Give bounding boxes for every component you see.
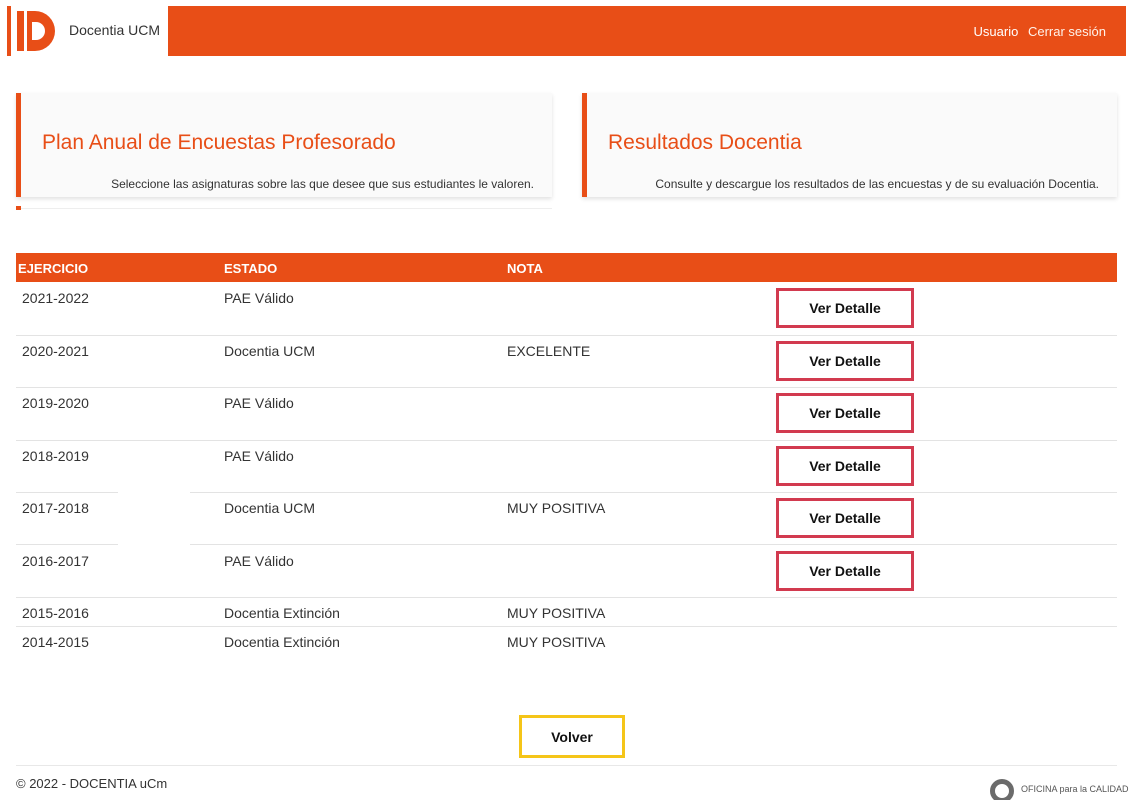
cell-nota: MUY POSITIVA — [507, 500, 606, 516]
cell-ejercicio: 2016-2017 — [22, 553, 89, 569]
cell-estado: PAE Válido — [224, 553, 294, 569]
card-title: Plan Anual de Encuestas Profesorado — [42, 131, 396, 154]
cell-ejercicio: 2018-2019 — [22, 448, 89, 464]
cell-ejercicio: 2015-2016 — [22, 605, 89, 621]
ver-detalle-button[interactable]: Ver Detalle — [776, 288, 914, 328]
footer-copyright: © 2022 - DOCENTIA uCm — [16, 776, 168, 791]
row-divider — [16, 492, 118, 493]
ver-detalle-button[interactable]: Ver Detalle — [776, 341, 914, 381]
ver-detalle-button[interactable]: Ver Detalle — [776, 393, 914, 433]
user-nav: Usuario Cerrar sesión — [968, 24, 1106, 39]
table-row: 2020-2021 Docentia UCM EXCELENTE — [16, 335, 1117, 387]
table-row: 2021-2022 PAE Válido — [16, 282, 1117, 335]
card-title: Resultados Docentia — [608, 131, 802, 154]
column-header-estado: ESTADO — [224, 261, 278, 276]
cell-ejercicio: 2019-2020 — [22, 395, 89, 411]
cell-estado: PAE Válido — [224, 395, 294, 411]
logout-link[interactable]: Cerrar sesión — [1028, 24, 1106, 39]
table-row: 2018-2019 PAE Válido — [16, 440, 1117, 492]
card-plan-anual[interactable]: Plan Anual de Encuestas Profesorado Sele… — [16, 93, 552, 197]
cell-nota: MUY POSITIVA — [507, 634, 606, 650]
card-divider — [21, 208, 552, 209]
logo[interactable]: Docentia UCM — [7, 6, 168, 56]
ver-detalle-button[interactable]: Ver Detalle — [776, 446, 914, 486]
cell-estado: PAE Válido — [224, 290, 294, 306]
card-resultados-docentia[interactable]: Resultados Docentia Consulte y descargue… — [582, 93, 1117, 197]
user-link[interactable]: Usuario — [974, 24, 1019, 39]
cell-estado: Docentia UCM — [224, 343, 316, 359]
cell-ejercicio: 2014-2015 — [22, 634, 89, 650]
oficina-calidad-text: OFICINA para la CALIDAD — [1021, 784, 1129, 794]
column-header-ejercicio: EJERCICIO — [18, 261, 89, 276]
ver-detalle-button[interactable]: Ver Detalle — [776, 551, 914, 591]
card-subtitle: Seleccione las asignaturas sobre las que… — [111, 177, 534, 191]
table-row: 2019-2020 PAE Válido — [16, 387, 1117, 440]
table-row: 2017-2018 Docentia UCM MUY POSITIVA — [16, 492, 1117, 545]
card-subtitle: Consulte y descargue los resultados de l… — [655, 177, 1099, 191]
cell-nota: MUY POSITIVA — [507, 605, 606, 621]
column-header-nota: NOTA — [507, 261, 543, 276]
volver-button[interactable]: Volver — [519, 715, 625, 758]
oficina-calidad-logo: OFICINA para la CALIDAD — [990, 777, 1130, 800]
docentia-d-logo-icon — [17, 11, 55, 51]
cell-estado: Docentia Extinción — [224, 605, 340, 621]
cell-estado: PAE Válido — [224, 448, 294, 464]
cell-ejercicio: 2017-2018 — [22, 500, 89, 516]
app-title: Docentia UCM — [69, 22, 161, 38]
footer-divider — [16, 765, 1117, 766]
cell-estado: Docentia UCM — [224, 500, 316, 516]
cell-ejercicio: 2021-2022 — [22, 290, 89, 306]
ver-detalle-button[interactable]: Ver Detalle — [776, 498, 914, 538]
ring-logo-icon — [990, 779, 1014, 800]
table-row: 2014-2015 Docentia Extinción MUY POSITIV… — [16, 626, 1117, 655]
cell-nota: EXCELENTE — [507, 343, 591, 359]
cell-estado: Docentia Extinción — [224, 634, 340, 650]
table-row: 2015-2016 Docentia Extinción MUY POSITIV… — [16, 597, 1117, 626]
table-row: 2016-2017 PAE Válido — [16, 545, 1117, 597]
cell-ejercicio: 2020-2021 — [22, 343, 89, 359]
table-header: EJERCICIO ESTADO NOTA — [16, 253, 1117, 282]
top-navbar: Docentia UCM Usuario Cerrar sesión — [7, 6, 1126, 56]
